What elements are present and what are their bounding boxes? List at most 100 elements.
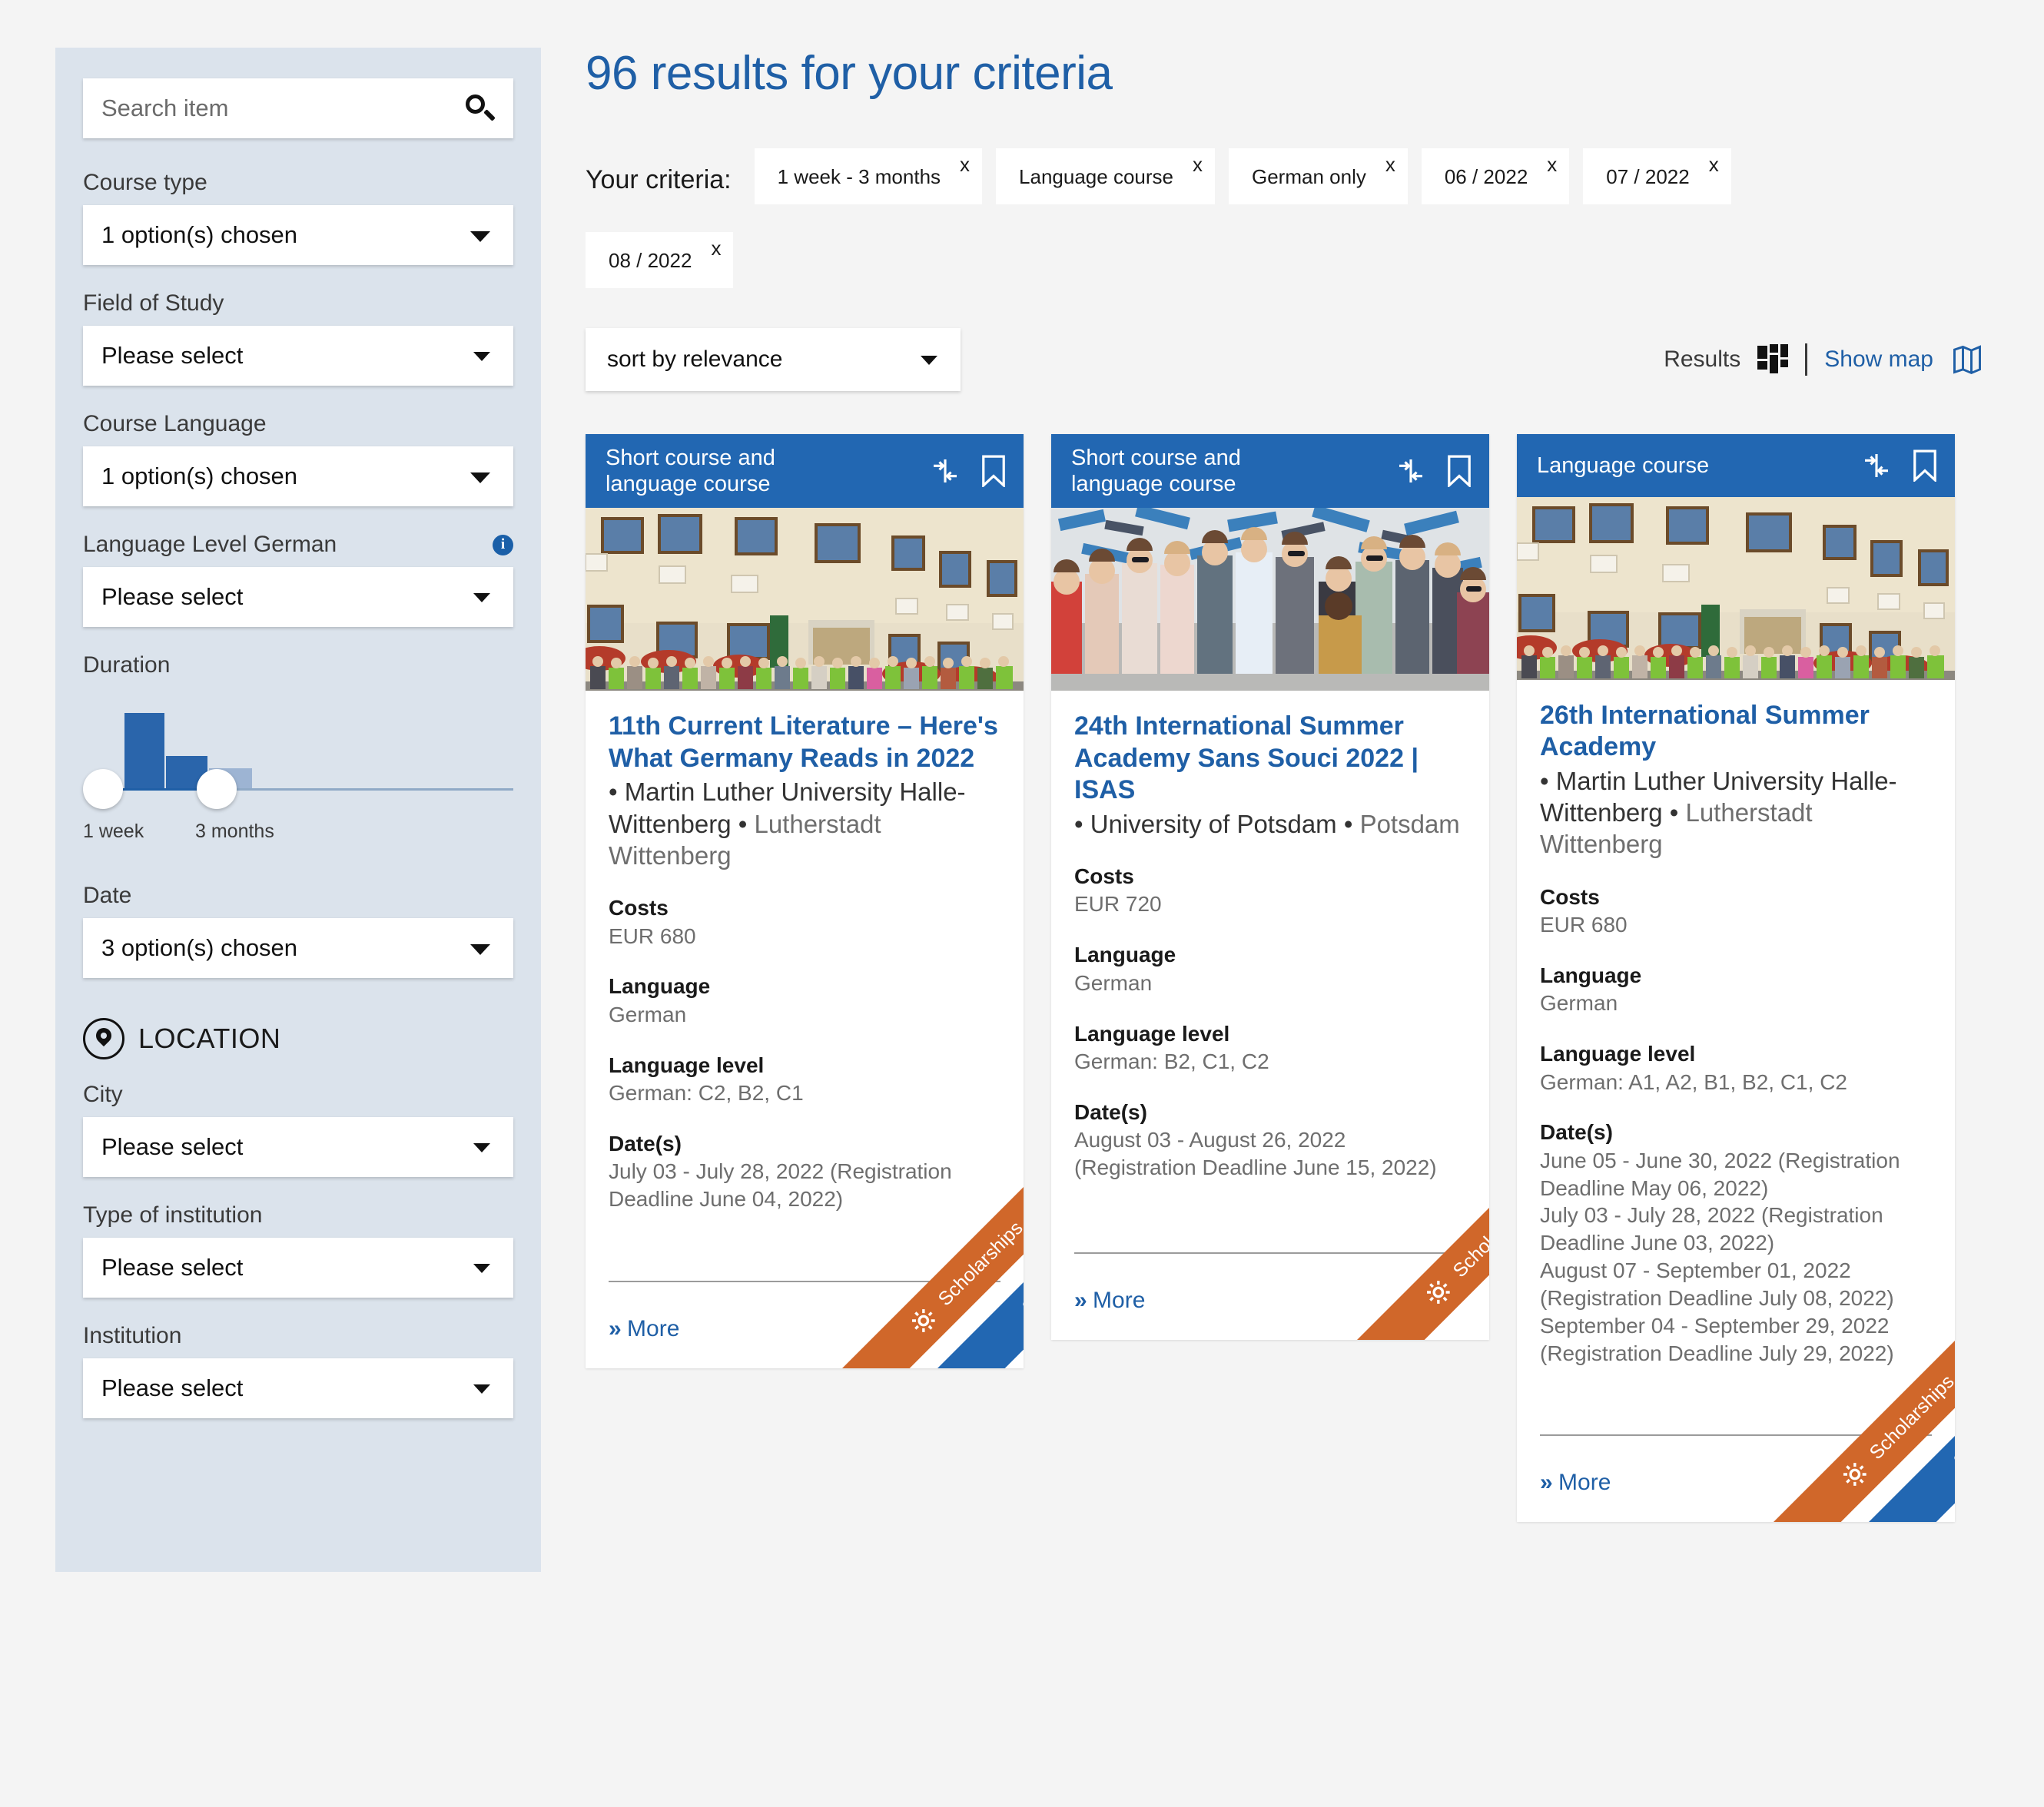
meta-value: German: [1074, 970, 1153, 995]
card-meta-dates: Date(s) July 03 - July 28, 2022 (Registr…: [609, 1130, 1000, 1213]
select-course-type[interactable]: 1 option(s) chosen: [83, 205, 513, 265]
close-icon[interactable]: x: [711, 238, 721, 258]
meta-value: August 03 - August 26, 2022 (Registratio…: [1074, 1128, 1437, 1179]
card-meta-language: Language German: [1540, 962, 1932, 1017]
sort-select[interactable]: sort by relevance: [586, 328, 961, 391]
card-title[interactable]: 26th International Summer Academy: [1540, 700, 1932, 764]
meta-heading: Language: [1074, 943, 1176, 967]
sun-icon: [1837, 1456, 1873, 1493]
search-icon[interactable]: [464, 93, 496, 124]
screen-icon: [1019, 1282, 1024, 1320]
card-type-badge-line1: Short course and: [606, 446, 775, 470]
meta-value: German: B2, C1, C2: [1074, 1049, 1269, 1073]
criteria-chip[interactable]: 1 week - 3 months x: [754, 148, 983, 204]
meta-heading: Language level: [609, 1053, 765, 1077]
filter-label-date: Date: [83, 883, 132, 908]
slider-handle-min[interactable]: [83, 769, 123, 809]
meta-value: German: C2, B2, C1: [609, 1080, 804, 1105]
chevron-down-icon: [470, 231, 490, 242]
meta-heading: Costs: [609, 896, 669, 920]
card-type-badge-line2: language course: [1071, 472, 1236, 497]
map-icon[interactable]: [1950, 343, 1984, 376]
card-organisation: • University of Potsdam • Potsdam: [1074, 808, 1466, 840]
chevron-down-icon: [473, 352, 490, 361]
close-icon[interactable]: x: [1709, 154, 1719, 174]
card-meta-language: Language German: [1074, 941, 1466, 996]
more-link-label: More: [1093, 1287, 1146, 1313]
chevron-down-icon: [473, 1384, 490, 1394]
select-field-of-study[interactable]: Please select: [83, 326, 513, 386]
slider-handle-max[interactable]: [197, 769, 237, 809]
select-city[interactable]: Please select: [83, 1117, 513, 1177]
select-institution[interactable]: Please select: [83, 1358, 513, 1418]
show-map-link[interactable]: Show map: [1824, 346, 1933, 373]
criteria-chip[interactable]: 07 / 2022 x: [1583, 148, 1731, 204]
search-box[interactable]: [83, 78, 513, 138]
select-type-of-institution[interactable]: Please select: [83, 1238, 513, 1298]
filter-label-city: City: [83, 1082, 123, 1107]
criteria-chip[interactable]: 08 / 2022 x: [586, 232, 734, 288]
criteria-chip-label: 1 week - 3 months: [777, 165, 941, 188]
criteria-chip[interactable]: German only x: [1229, 148, 1408, 204]
bookmark-icon[interactable]: [981, 455, 1007, 489]
card-title[interactable]: 11th Current Literature – Here's What Ge…: [609, 711, 1000, 774]
slider-labels: 1 week 3 months: [83, 821, 513, 848]
result-card[interactable]: Short course and language course: [1051, 434, 1489, 1340]
criteria-chip[interactable]: Language course x: [996, 148, 1215, 204]
sort-select-value: sort by relevance: [607, 346, 783, 372]
filter-label-type-of-institution: Type of institution: [83, 1202, 263, 1228]
criteria-label: Your criteria:: [586, 165, 732, 194]
close-icon[interactable]: x: [1385, 154, 1395, 174]
filter-course-type: Course type 1 option(s) chosen: [83, 169, 513, 265]
duration-histogram: [83, 705, 513, 790]
card-body: 11th Current Literature – Here's What Ge…: [586, 691, 1024, 1280]
select-field-of-study-value: Please select: [101, 342, 244, 369]
compare-icon[interactable]: [930, 456, 961, 486]
result-card[interactable]: Short course and language course: [586, 434, 1024, 1368]
search-input[interactable]: [101, 94, 464, 122]
meta-heading: Language: [609, 974, 711, 999]
criteria-chip[interactable]: 06 / 2022 x: [1421, 148, 1570, 204]
location-section-title: LOCATION: [138, 1023, 281, 1054]
meta-heading: Costs: [1540, 884, 1600, 909]
bookmark-icon[interactable]: [1446, 455, 1472, 489]
filter-label-duration: Duration: [83, 652, 171, 678]
chevron-down-icon: [473, 1143, 490, 1152]
close-icon[interactable]: x: [1547, 154, 1557, 174]
compare-icon[interactable]: [1861, 450, 1892, 481]
criteria-chip-label: 08 / 2022: [609, 249, 692, 272]
search-results-page: Course type 1 option(s) chosen Field of …: [0, 0, 2044, 1807]
card-type-badge: Short course and language course: [606, 445, 775, 497]
chevron-down-icon: [470, 472, 490, 483]
filter-type-of-institution: Type of institution Please select: [83, 1202, 513, 1298]
card-meta-dates: Date(s) June 05 - June 30, 2022 (Registr…: [1540, 1119, 1932, 1367]
close-icon[interactable]: x: [1193, 154, 1203, 174]
card-meta-dates: Date(s) August 03 - August 26, 2022 (Reg…: [1074, 1099, 1466, 1182]
location-pin-icon: [83, 1018, 124, 1059]
card-type-badge: Short course and language course: [1071, 445, 1241, 497]
select-course-language[interactable]: 1 option(s) chosen: [83, 446, 513, 506]
filter-label-course-language: Course Language: [83, 411, 267, 436]
card-body: 24th International Summer Academy Sans S…: [1051, 691, 1489, 1252]
bookmark-icon[interactable]: [1912, 449, 1938, 483]
card-city: Potsdam: [1359, 809, 1460, 838]
compare-icon[interactable]: [1395, 456, 1426, 486]
view-toggle: Results Show map: [1664, 343, 1992, 376]
card-meta-language-level: Language level German: A1, A2, B1, B2, C…: [1540, 1040, 1932, 1096]
criteria-chip-label: Language course: [1019, 165, 1173, 188]
close-icon[interactable]: x: [960, 154, 970, 174]
info-icon[interactable]: i: [493, 534, 513, 555]
select-date[interactable]: 3 option(s) chosen: [83, 918, 513, 978]
select-course-type-value: 1 option(s) chosen: [101, 221, 298, 248]
card-title[interactable]: 24th International Summer Academy Sans S…: [1074, 711, 1466, 806]
grid-view-icon[interactable]: [1757, 344, 1789, 375]
select-language-level[interactable]: Please select: [83, 567, 513, 627]
card-body: 26th International Summer Academy • Mart…: [1517, 680, 1955, 1434]
select-language-level-value: Please select: [101, 583, 244, 610]
select-type-of-institution-value: Please select: [101, 1254, 244, 1281]
result-card[interactable]: Language course 26th International Summe…: [1517, 434, 1955, 1523]
duration-slider[interactable]: [83, 702, 513, 817]
filter-label-language-level: Language Level German i: [83, 531, 513, 559]
meta-heading: Date(s): [1074, 1099, 1147, 1124]
filter-label-field-of-study: Field of Study: [83, 290, 224, 316]
